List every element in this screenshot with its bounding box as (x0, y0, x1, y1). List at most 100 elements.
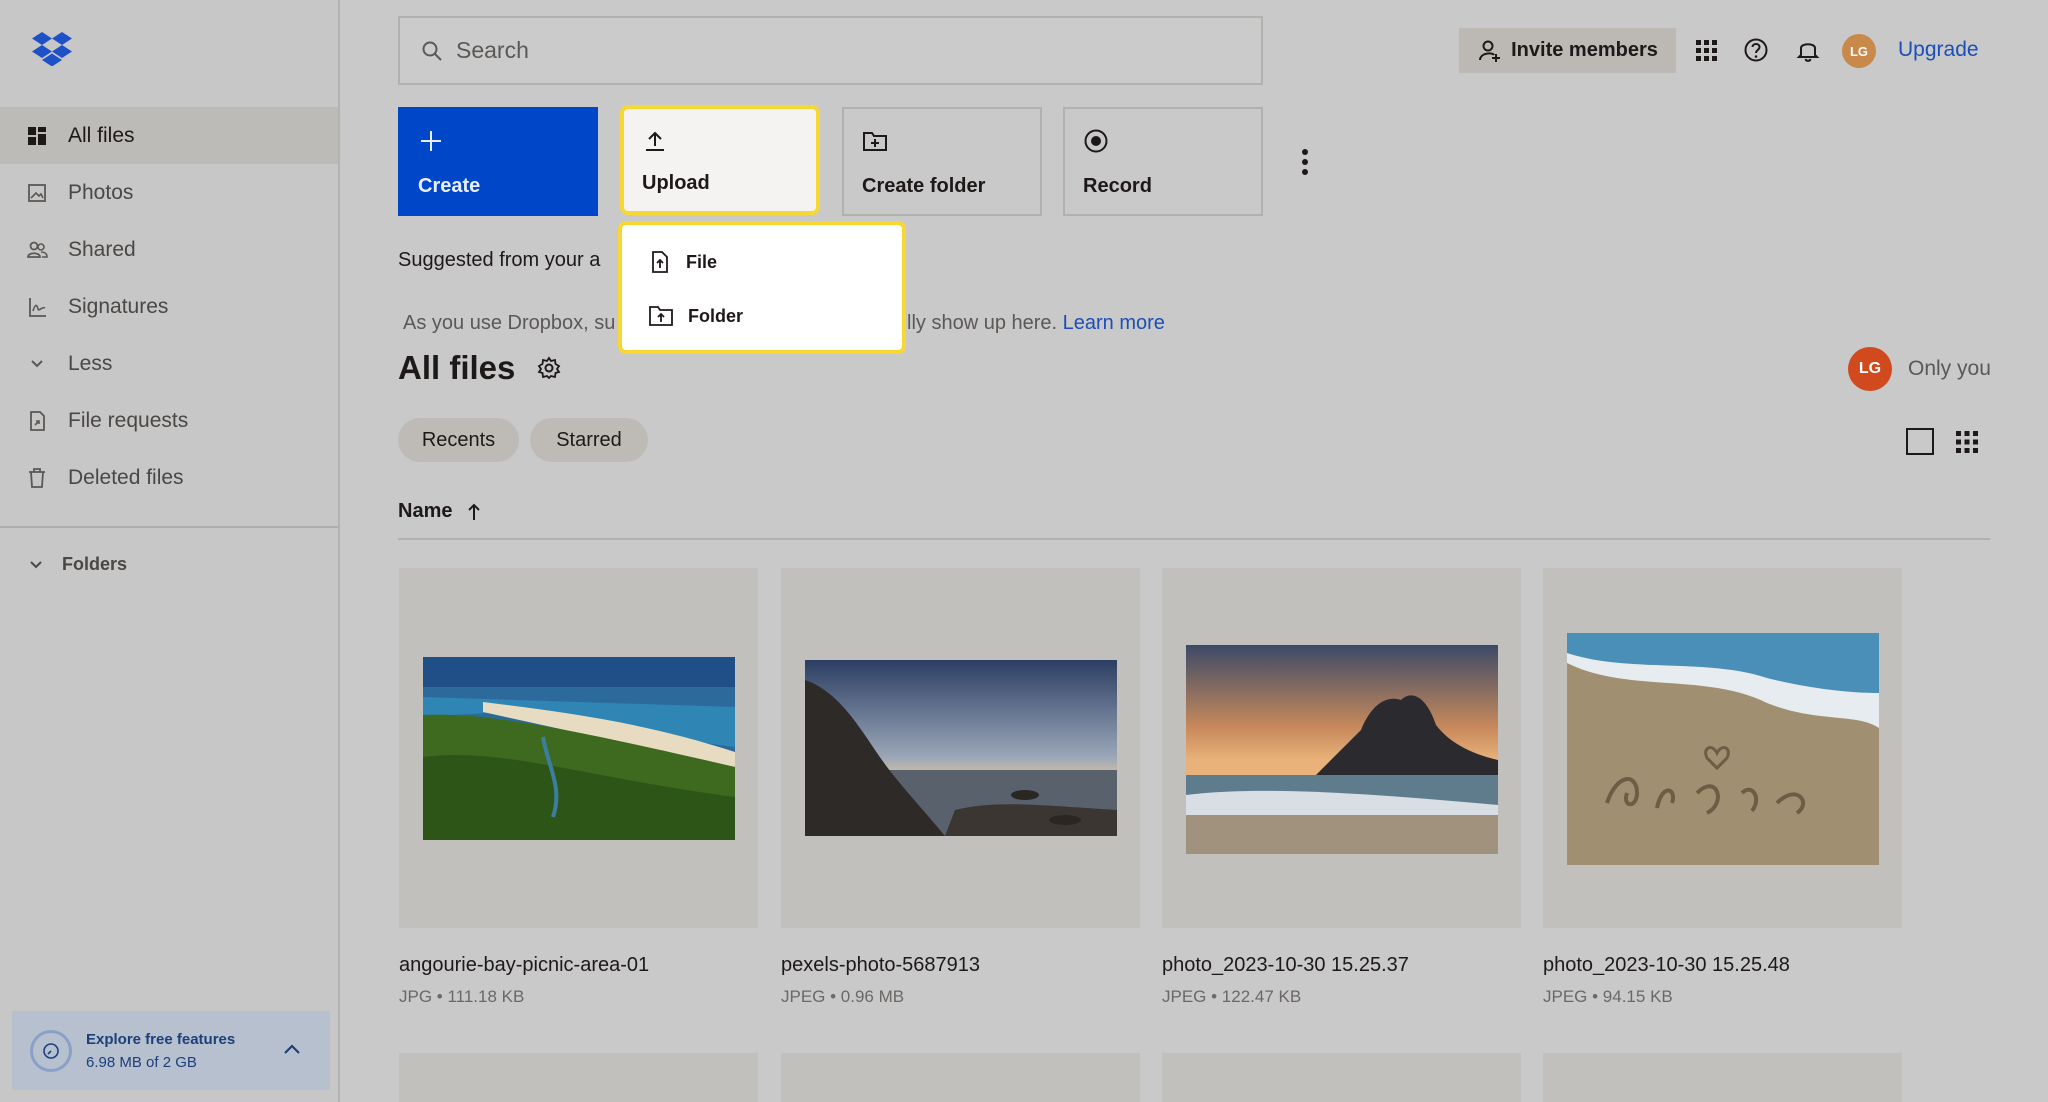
file-requests-icon (26, 410, 48, 432)
chevron-down-icon (30, 560, 42, 568)
record-button[interactable]: Record (1063, 107, 1263, 216)
app-grid-icon[interactable] (1692, 36, 1720, 64)
sidebar-item-shared[interactable]: Shared (0, 221, 338, 278)
page-title-text: All files (398, 349, 516, 386)
file-card[interactable]: photo_2023-10-30 15.25.48 JPEG • 94.15 K… (1543, 568, 1902, 1007)
file-thumbnail[interactable] (1543, 568, 1902, 928)
upload-label: Upload (642, 172, 710, 194)
gear-icon[interactable] (537, 356, 561, 380)
file-menu-label: File (686, 251, 718, 272)
file-upload-icon (652, 251, 668, 273)
sidebar-item-label: All files (68, 123, 135, 147)
sidebar-item-less[interactable]: Less (0, 335, 338, 392)
folder-plus-icon (862, 127, 1022, 155)
more-options-icon[interactable] (1300, 148, 1310, 176)
storage-usage: 6.98 MB of 2 GB (86, 1053, 197, 1071)
upload-folder-menu-item[interactable]: Folder (622, 289, 902, 343)
file-meta: JPEG • 94.15 KB (1543, 987, 1673, 1006)
avatar: LG (1848, 347, 1892, 391)
upload-button[interactable]: Upload (620, 105, 820, 215)
name-column-header[interactable]: Name (398, 500, 482, 523)
chevron-down-icon (26, 353, 48, 375)
sidebar-item-file-requests[interactable]: File requests (0, 392, 338, 449)
suggested-hint: As you use Dropbox, su (403, 312, 616, 334)
dropbox-logo-icon[interactable] (32, 32, 72, 66)
add-user-icon (1479, 40, 1501, 62)
rocky-shore-sunset-image (805, 660, 1117, 836)
sidebar-divider (0, 526, 338, 528)
explore-features-banner[interactable]: Explore free features 6.98 MB of 2 GB (12, 1011, 330, 1090)
search-placeholder: Search (456, 37, 529, 63)
chevron-up-icon[interactable] (280, 1037, 304, 1061)
invite-members-label: Invite members (1511, 39, 1658, 61)
sidebar-item-label: Shared (68, 237, 136, 261)
recents-chip[interactable]: Recents (398, 418, 519, 462)
plus-icon (418, 127, 578, 155)
page-title: All files (398, 349, 561, 387)
beach-aerial-image (423, 657, 735, 840)
file-name[interactable]: photo_2023-10-30 15.25.48 (1543, 954, 1902, 977)
file-card[interactable]: angourie-bay-picnic-area-01 JPG • 111.18… (399, 568, 758, 1007)
file-card[interactable] (1162, 1053, 1521, 1102)
upload-file-menu-item[interactable]: File (622, 235, 902, 289)
learn-more-link[interactable]: Learn more (1063, 312, 1165, 334)
file-name[interactable]: angourie-bay-picnic-area-01 (399, 954, 758, 977)
suggested-hint-right: lly show up here. Learn more (907, 312, 1165, 335)
record-label: Record (1083, 175, 1152, 197)
sort-ascending-icon (468, 503, 481, 520)
file-card[interactable]: photo_2023-10-30 15.25.37 JPEG • 122.47 … (1162, 568, 1521, 1007)
create-button[interactable]: Create (398, 107, 598, 216)
file-meta: JPEG • 122.47 KB (1162, 987, 1302, 1006)
file-card[interactable] (781, 1053, 1140, 1102)
file-meta: JPEG • 0.96 MB (781, 987, 905, 1006)
trash-icon (26, 467, 48, 489)
name-column-label: Name (398, 500, 453, 522)
file-thumbnail[interactable] (1162, 568, 1521, 928)
file-card[interactable] (399, 1053, 758, 1102)
record-icon (1083, 127, 1243, 155)
file-thumbnail[interactable] (399, 568, 758, 928)
sidebar-item-label: File requests (68, 408, 189, 432)
grid-view-icon[interactable] (1955, 430, 1979, 454)
sidebar-item-label: Less (68, 351, 113, 375)
help-icon[interactable] (1742, 36, 1770, 64)
file-meta: JPG • 111.18 KB (399, 987, 525, 1006)
file-card[interactable]: pexels-photo-5687913 JPEG • 0.96 MB (781, 568, 1140, 1007)
signatures-icon (26, 296, 48, 318)
storage-meter-icon (30, 1029, 72, 1072)
create-label: Create (418, 175, 481, 197)
upload-menu: File Folder (618, 221, 906, 354)
photos-icon (26, 182, 48, 204)
all-files-icon (26, 125, 48, 147)
avatar[interactable]: LG (1842, 34, 1876, 68)
starred-chip[interactable]: Starred (530, 418, 648, 462)
header-divider (398, 538, 1990, 540)
sidebar-item-label: Photos (68, 180, 134, 204)
search-icon (422, 41, 442, 61)
file-thumbnail[interactable] (781, 568, 1140, 928)
sidebar-item-photos[interactable]: Photos (0, 164, 338, 221)
sharing-owner[interactable]: LG Only you (1848, 347, 1991, 391)
file-card[interactable] (1543, 1053, 1902, 1102)
sidebar-item-deleted-files[interactable]: Deleted files (0, 449, 338, 506)
search-input[interactable]: Search (398, 16, 1263, 85)
file-name[interactable]: photo_2023-10-30 15.25.37 (1162, 954, 1521, 977)
list-view-toggle[interactable] (1906, 428, 1934, 455)
sidebar-item-all-files[interactable]: All files (0, 107, 338, 164)
suggested-hint-text: lly show up here. (907, 312, 1058, 334)
file-name[interactable]: pexels-photo-5687913 (781, 954, 1140, 977)
shared-icon (26, 239, 48, 261)
sidebar-item-signatures[interactable]: Signatures (0, 278, 338, 335)
create-folder-label: Create folder (862, 175, 986, 197)
invite-members-button[interactable]: Invite members (1459, 28, 1676, 73)
sidebar-item-label: Signatures (68, 294, 169, 318)
folder-upload-icon (649, 306, 673, 326)
folders-label: Folders (62, 554, 128, 574)
upgrade-link[interactable]: Upgrade (1898, 38, 1979, 62)
peace-sand-writing-image (1567, 633, 1879, 865)
mountain-beach-sunset-image (1186, 645, 1498, 854)
create-folder-button[interactable]: Create folder (842, 107, 1042, 216)
suggested-title: Suggested from your a (398, 249, 601, 271)
folders-toggle[interactable]: Folders (26, 554, 127, 575)
bell-icon[interactable] (1794, 36, 1822, 64)
